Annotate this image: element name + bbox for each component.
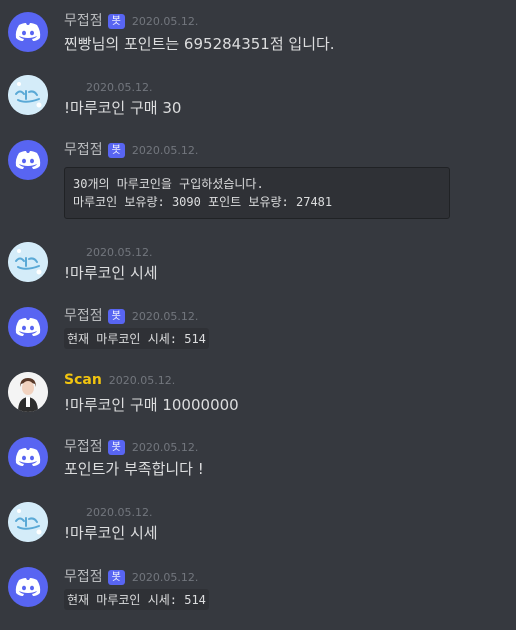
- timestamp: 2020.05.12.: [86, 246, 153, 259]
- bot-badge: 봇: [107, 570, 125, 585]
- bot-badge: 봇: [107, 143, 125, 158]
- timestamp: 2020.05.12.: [131, 310, 199, 323]
- bot-badge: 봇: [107, 14, 125, 29]
- timestamp: 2020.05.12.: [131, 441, 199, 454]
- timestamp: 2020.05.12.: [86, 81, 153, 94]
- discord-bot-avatar-icon[interactable]: [8, 140, 48, 180]
- discord-bot-avatar-icon[interactable]: [8, 567, 48, 607]
- scan-avatar-icon[interactable]: [8, 372, 48, 412]
- discord-bot-avatar-icon[interactable]: [8, 12, 48, 52]
- timestamp: 2020.05.12.: [131, 15, 199, 28]
- timestamp: 2020.05.12.: [108, 374, 176, 387]
- discord-bot-avatar-icon[interactable]: [8, 437, 48, 477]
- author-name[interactable]: 무접점 봇 2020.05.12.: [64, 139, 198, 159]
- author-name[interactable]: 무접점 봇 2020.05.12.: [64, 10, 198, 30]
- timestamp: 2020.05.12.: [131, 571, 199, 584]
- message-text: !마루코인 구매 30: [64, 99, 182, 117]
- bot-badge: 봇: [107, 309, 125, 324]
- code-line: 마루코인 보유량: 3090 포인트 보유량: 27481: [73, 195, 333, 209]
- author-name[interactable]: 무접점 봇 2020.05.12.: [64, 436, 198, 456]
- message-text: !마루코인 시세: [64, 524, 158, 542]
- inline-code: 현재 마루코인 시세: 514: [64, 589, 209, 610]
- maru-avatar-icon[interactable]: [8, 502, 48, 542]
- discord-bot-avatar-icon[interactable]: [8, 307, 48, 347]
- maru-avatar-icon[interactable]: [8, 242, 48, 282]
- message-text: 포인트가 부족합니다 !: [64, 460, 204, 478]
- bot-badge: 봇: [107, 440, 125, 455]
- message-text: !마루코인 시세: [64, 264, 158, 282]
- author-name[interactable]: 무접점 봇 2020.05.12.: [64, 566, 198, 586]
- author-name[interactable]: Scan 2020.05.12.: [64, 372, 175, 388]
- message-text: !마루코인 구매 10000000: [64, 396, 239, 414]
- author-name[interactable]: 무접점 봇 2020.05.12.: [64, 305, 198, 325]
- code-line: 30개의 마루코인을 구입하셨습니다.: [73, 177, 264, 191]
- message-text: 찐빵님의 포인트는 695284351점 입니다.: [64, 35, 335, 53]
- timestamp: 2020.05.12.: [86, 506, 153, 519]
- maru-avatar-icon[interactable]: [8, 75, 48, 115]
- inline-code: 현재 마루코인 시세: 514: [64, 328, 209, 349]
- timestamp: 2020.05.12.: [131, 144, 199, 157]
- code-block: 30개의 마루코인을 구입하셨습니다. 마루코인 보유량: 3090 포인트 보…: [64, 167, 450, 219]
